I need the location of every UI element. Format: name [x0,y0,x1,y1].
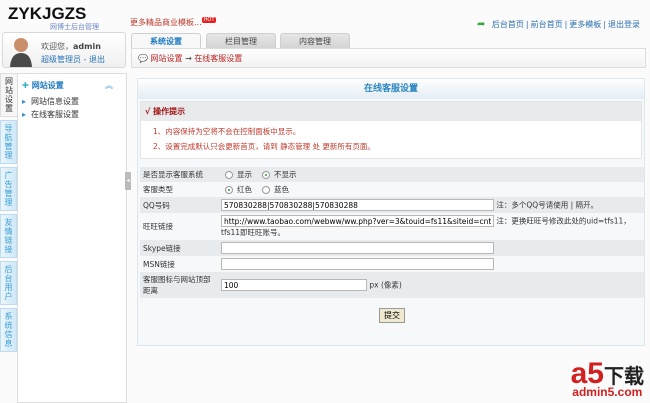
crumb-site-settings[interactable]: 网站设置 [151,54,183,63]
wangwang-input[interactable] [221,215,494,227]
avatar [10,38,32,67]
link-more-templates[interactable]: 更多模板 [569,20,601,29]
label-top-distance: 客服图标与网站顶部距离 [140,272,218,298]
radio-hide[interactable] [262,171,270,179]
logo: ZYKJGZS [8,4,87,23]
panel-title: 在线客服设置 [138,79,644,99]
user-role: 超级管理员 - 退出 [41,55,105,64]
label-wangwang: 旺旺链接 [140,213,218,240]
radio-blue[interactable] [262,186,270,194]
tab-column-management[interactable]: 栏目管理 [206,33,276,48]
nav-item-online-service[interactable]: 在线客服设置 [22,109,79,120]
tab-system-settings[interactable]: 系统设置 [131,33,201,48]
logout-link[interactable]: 退出 [89,55,105,64]
tip-1: 1、内容保持为空将不会在控制面板中显示。 [153,127,301,136]
collapse-icon[interactable]: ︽ [105,80,113,91]
link-logout[interactable]: 退出登录 [608,20,640,29]
qq-note: 注：多个QQ号请使用 | 隔开。 [496,200,598,210]
role-link[interactable]: 超级管理员 [41,55,81,64]
nav-section-title[interactable]: ✚ 网站设置 [22,80,64,91]
hot-badge: HOT [201,17,217,23]
breadcrumb: 💬 网站设置 → 在线客服设置 [131,48,646,68]
arrow-icon: ➦ [476,19,486,30]
vtab-site-settings[interactable]: 网站设置 [0,73,17,117]
tips-heading: √ 操作提示 [141,102,641,121]
label-msn: MSN链接 [140,256,218,272]
radio-red[interactable] [225,186,233,194]
settings-form: 是否显示客服系统显示不显示 客服类型红色蓝色 QQ号码 注：多个QQ号请使用 |… [140,167,644,332]
tip-2: 2、设置完成默认只会更新首页，请到 静态管理 处 更新所有页面。 [153,142,375,151]
vtab-users[interactable]: 后台用户 [0,261,17,305]
nav-item-site-info[interactable]: 网站信息设置 [22,96,79,107]
submit-button[interactable]: 提交 [379,307,405,323]
link-admin-home[interactable]: 后台首页 [492,20,524,29]
sidebar-toggle-handle[interactable]: ◂ [125,172,131,190]
radio-show[interactable] [225,171,233,179]
unit-label: px (像素) [369,280,402,290]
label-skype: Skype链接 [140,240,218,256]
watermark: a5下载 admin5.com [570,357,644,399]
tips-box: √ 操作提示 1、内容保持为空将不会在控制面板中显示。 2、设置完成默认只会更新… [140,101,642,159]
speech-bubble-icon: 💬 [138,54,148,63]
promo-link[interactable]: 更多精品商业模板... HOT [130,17,217,28]
tab-content-management[interactable]: 内容管理 [280,33,350,48]
label-type: 客服类型 [140,182,218,197]
label-qq: QQ号码 [140,197,218,213]
vtab-sysinfo[interactable]: 系统信息 [0,308,17,352]
crumb-online-service: 在线客服设置 [194,54,243,63]
promo-text: 更多精品商业模板... [130,18,202,27]
link-site-home[interactable]: 前台首页 [531,20,563,29]
vtab-nav[interactable]: 导航管理 [0,120,17,164]
user-box: 欢迎您，admin 超级管理员 - 退出 [2,32,126,68]
msn-input[interactable] [221,258,494,270]
qq-input[interactable] [221,199,494,211]
label-show: 是否显示客服系统 [140,167,218,182]
left-nav-panel [17,73,127,403]
skype-input[interactable] [221,242,494,254]
logo-subtitle: 网博士后台管理 [50,23,99,31]
vtab-links[interactable]: 友情链接 [0,214,17,258]
plus-icon: ✚ [22,81,29,90]
top-links: ➦ 后台首页 | 前台首页 | 更多模板 | 退出登录 [476,19,640,30]
vertical-tabs: 网站设置 导航管理 广告管理 友情链接 后台用户 系统信息 [0,73,17,355]
welcome-text: 欢迎您，admin [41,42,101,51]
vtab-ads[interactable]: 广告管理 [0,167,17,211]
content-panel: 在线客服设置 √ 操作提示 1、内容保持为空将不会在控制面板中显示。 2、设置完… [137,78,645,346]
top-distance-input[interactable] [221,279,367,291]
